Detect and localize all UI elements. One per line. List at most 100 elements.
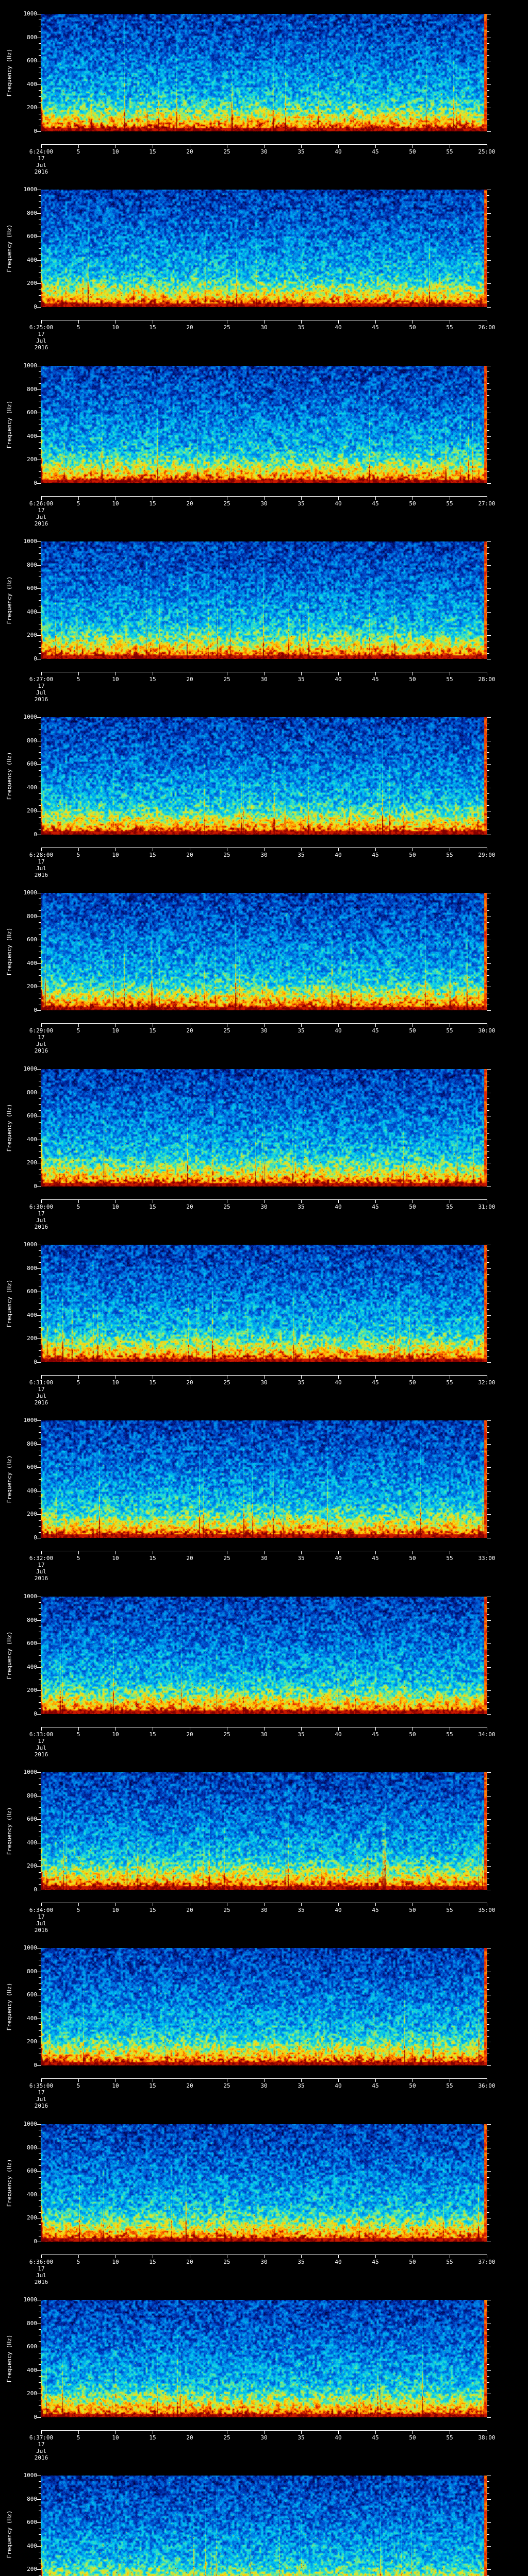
- x-tick-label: 40: [335, 1907, 342, 1913]
- y-minor-tick: [487, 805, 489, 806]
- y-minor-tick: [487, 1702, 489, 1703]
- y-minor-tick: [39, 2030, 41, 2031]
- x-tick-label: 45: [372, 1907, 379, 1913]
- x-tick: [264, 320, 265, 324]
- x-tick: [375, 1200, 376, 1203]
- y-tick: [37, 541, 41, 542]
- date-label: 2016: [34, 1047, 48, 1054]
- y-minor-tick: [39, 805, 41, 806]
- y-minor-tick: [487, 653, 489, 654]
- date-label: 2016: [34, 1751, 48, 1758]
- y-minor-tick: [39, 1309, 41, 1310]
- x-tick-label: 10: [112, 1731, 119, 1738]
- x-tick: [264, 2255, 265, 2258]
- y-minor-tick: [39, 248, 41, 249]
- y-minor-tick: [39, 2382, 41, 2383]
- y-minor-tick: [39, 1250, 41, 1251]
- y-minor-tick: [487, 254, 489, 255]
- x-tick-label: 40: [335, 148, 342, 155]
- x-tick-label: 40: [335, 1027, 342, 1034]
- y-tick-label: 800: [27, 2144, 37, 2151]
- y-minor-tick: [39, 1262, 41, 1263]
- y-minor-tick: [487, 1872, 489, 1873]
- x-tick-label: 15: [149, 1907, 156, 1913]
- y-minor-tick: [39, 2364, 41, 2365]
- x-tick-label: 20: [186, 148, 193, 155]
- spectrogram-panel: Frequency (Hz) 0 200 400 600 800 1000 5 10 15 20 25…: [0, 2286, 528, 2462]
- y-minor-tick: [487, 1983, 489, 1984]
- date-label: 17: [38, 1386, 45, 1393]
- y-tick: [37, 635, 41, 636]
- spectrogram-canvas: [41, 2124, 487, 2242]
- spectrogram-canvas: [41, 541, 487, 659]
- x-tick-label: 15: [149, 324, 156, 331]
- y-minor-tick: [487, 1884, 489, 1885]
- x-tick-label: 55: [446, 2434, 453, 2441]
- x-tick-label: 35: [298, 1379, 305, 1386]
- x-tick: [78, 1376, 79, 1379]
- y-minor-tick: [39, 553, 41, 554]
- date-label: Jul: [36, 2272, 46, 2279]
- y-tick-label: 200: [27, 280, 37, 287]
- x-tick-label: 20: [186, 852, 193, 858]
- y-minor-tick: [39, 1602, 41, 1603]
- y-tick: [487, 1490, 491, 1492]
- y-tick-label: 400: [27, 959, 37, 967]
- x-tick-label: 55: [446, 324, 453, 331]
- y-minor-tick: [39, 2036, 41, 2037]
- date-label: 2016: [34, 520, 48, 527]
- y-tick-label: 600: [27, 2167, 37, 2175]
- start-time-label: 6:25:00: [29, 324, 54, 331]
- x-tick: [412, 1376, 413, 1379]
- x-tick: [264, 497, 265, 500]
- y-minor-tick: [39, 395, 41, 396]
- x-tick: [41, 672, 42, 675]
- y-minor-tick: [39, 2024, 41, 2025]
- spectrogram-canvas: [41, 1772, 487, 1890]
- x-tick: [41, 848, 42, 851]
- y-tick: [37, 1667, 41, 1668]
- y-tick: [37, 764, 41, 765]
- x-tick-label: 50: [409, 676, 416, 683]
- y-tick: [37, 307, 41, 308]
- x-tick: [375, 1551, 376, 1554]
- x-tick-label: 10: [112, 676, 119, 683]
- x-tick-label: 25: [223, 2434, 230, 2441]
- x-tick-label: 25: [223, 676, 230, 683]
- y-tick-label: 0: [34, 1710, 37, 1717]
- y-minor-tick: [39, 2165, 41, 2166]
- spectrogram-canvas: [41, 366, 487, 483]
- y-minor-tick: [487, 752, 489, 753]
- y-minor-tick: [487, 1157, 489, 1158]
- x-tick: [412, 1903, 413, 1906]
- y-minor-tick: [487, 2224, 489, 2225]
- x-tick: [41, 1200, 42, 1203]
- x-tick-label: 15: [149, 1731, 156, 1738]
- y-tick-label: 400: [27, 80, 37, 88]
- y-minor-tick: [39, 910, 41, 911]
- x-tick-label: 30: [260, 324, 268, 331]
- y-tick-label: 200: [27, 1511, 37, 1518]
- y-tick-label: 200: [27, 1159, 37, 1166]
- y-tick-label: 400: [27, 256, 37, 263]
- x-tick: [78, 2255, 79, 2258]
- y-tick: [37, 436, 41, 437]
- x-tick-label: 50: [409, 2434, 416, 2441]
- x-tick: [301, 2431, 302, 2434]
- x-tick-label: 55: [446, 2082, 453, 2089]
- x-tick-label: 5: [76, 1731, 80, 1738]
- x-tick: [264, 1551, 265, 1554]
- y-minor-tick: [487, 2165, 489, 2166]
- y-tick: [37, 2499, 41, 2500]
- x-tick-label: 50: [409, 500, 416, 507]
- frequency-axis-label: Frequency (Hz): [6, 1455, 13, 1503]
- y-tick-label: 1000: [23, 889, 38, 896]
- y-minor-tick: [487, 2382, 489, 2383]
- spectrogram-panel: Frequency (Hz) 0 200 400 600 800 1000 5 10 15 20 25…: [0, 1406, 528, 1582]
- x-tick: [375, 145, 376, 148]
- x-tick: [301, 1727, 302, 1731]
- y-minor-tick: [487, 2534, 489, 2535]
- y-tick-label: 400: [27, 2191, 37, 2198]
- x-tick: [78, 1727, 79, 1731]
- y-minor-tick: [39, 1168, 41, 1170]
